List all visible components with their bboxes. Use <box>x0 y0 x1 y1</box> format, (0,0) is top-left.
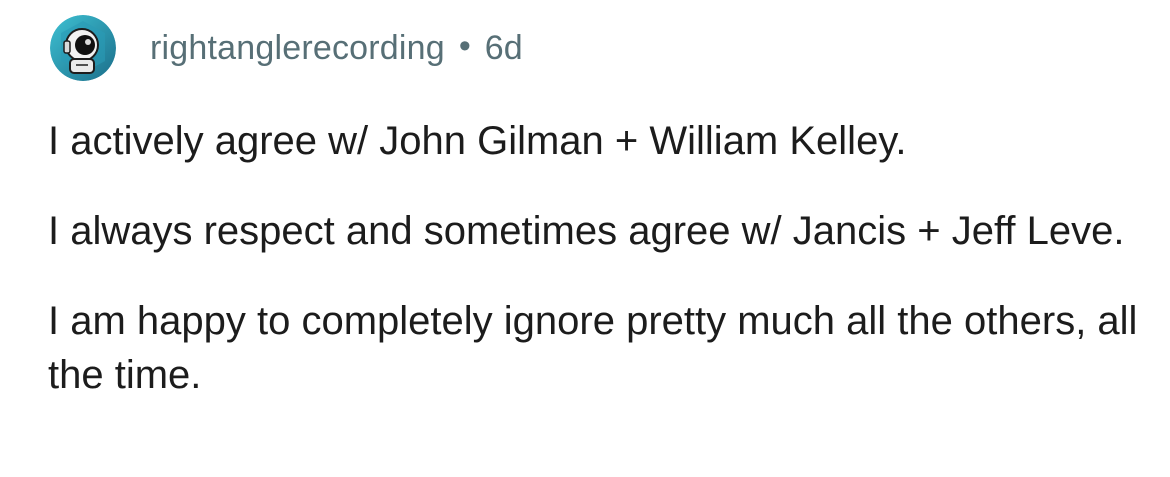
comment-paragraph-1: I actively agree w/ John Gilman + Willia… <box>48 119 907 163</box>
comment-header: rightanglerecording • 6d <box>48 12 1148 84</box>
comment-age[interactable]: 6d <box>485 29 523 68</box>
comment-paragraph-2: I always respect and sometimes agree w/ … <box>48 209 1125 253</box>
astronaut-avatar-icon[interactable] <box>50 15 116 81</box>
comment: rightanglerecording • 6d I actively agre… <box>48 12 1148 438</box>
comment-body: I actively agree w/ John Gilman + Willia… <box>48 114 1148 402</box>
author-username[interactable]: rightanglerecording <box>150 29 445 68</box>
comment-paragraph-3: I am happy to completely ignore pretty m… <box>48 299 1138 397</box>
meta-separator: • <box>458 26 471 65</box>
